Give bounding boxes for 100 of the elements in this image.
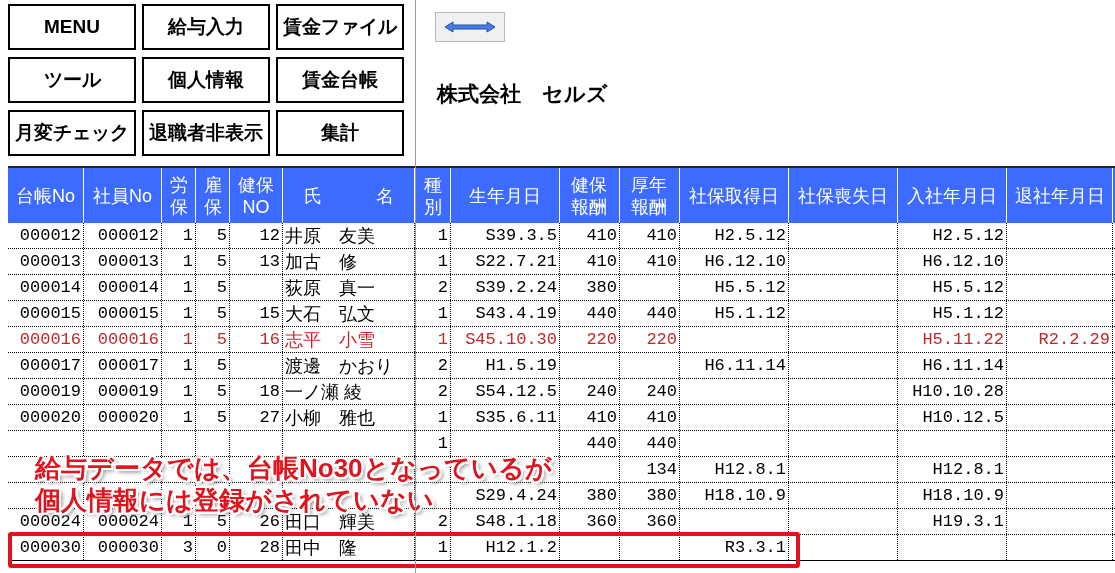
table-cell: 1	[182, 409, 193, 426]
menu-button[interactable]: 給与入力	[142, 4, 270, 50]
column-header: 厚年報酬	[630, 173, 669, 218]
table-cell: 1	[182, 279, 193, 296]
table-cell: 240	[646, 383, 677, 400]
table-cell: 27	[259, 409, 280, 426]
table-cell: 1	[182, 253, 193, 270]
table-cell: H6.11.14	[704, 357, 786, 374]
double-arrow-icon	[443, 20, 497, 34]
table-cell: H5.11.22	[922, 331, 1004, 348]
table-cell: 28	[259, 539, 280, 556]
table-cell: 000017	[19, 357, 81, 374]
table-cell: 000012	[19, 227, 81, 244]
table-cell: H2.5.12	[932, 227, 1004, 244]
column-header: 社員No	[93, 184, 152, 207]
table-cell: 000014	[97, 279, 159, 296]
table-cell: 0	[216, 539, 227, 556]
table-cell: H10.12.5	[922, 409, 1004, 426]
table-cell: 1	[437, 409, 448, 426]
column-header: 健保NO	[237, 173, 275, 218]
table-cell: 13	[259, 253, 280, 270]
table-cell: 2	[437, 383, 448, 400]
column-header: 氏 名	[303, 184, 394, 207]
table-cell: 2	[437, 357, 448, 374]
table-cell: 12	[259, 227, 280, 244]
table-cell: 大石 弘文	[285, 304, 375, 323]
column-header: 生年月日	[469, 184, 541, 207]
table-cell: H18.10.9	[922, 487, 1004, 504]
table-cell: 000019	[19, 383, 81, 400]
table-cell: 2	[437, 513, 448, 530]
table-cell: 志平 小雪	[285, 330, 375, 349]
menu-button[interactable]: MENU	[8, 4, 136, 50]
table-cell: 240	[586, 383, 617, 400]
table-cell: H12.1.2	[485, 539, 557, 556]
table-cell: 16	[259, 331, 280, 348]
table-cell: S35.6.11	[475, 409, 557, 426]
table-cell: 5	[216, 513, 227, 530]
menu-button[interactable]: 賃金台帳	[276, 57, 404, 103]
table-cell: H1.5.19	[485, 357, 557, 374]
menu-button[interactable]: 退職者非表示	[142, 110, 270, 156]
table-cell: 1	[437, 435, 448, 452]
table-cell: S45.10.30	[465, 331, 557, 348]
menu-button[interactable]: ツール	[8, 57, 136, 103]
table-cell: 加古 修	[285, 252, 357, 271]
table-cell: 220	[646, 331, 677, 348]
table-cell: H12.8.1	[932, 461, 1004, 478]
table-cell: 380	[646, 487, 677, 504]
column-header: 台帳No	[16, 184, 75, 207]
table-cell: H2.5.12	[714, 227, 786, 244]
table-cell: S54.12.5	[475, 383, 557, 400]
table-cell: 1	[182, 513, 193, 530]
table-cell: 000030	[97, 539, 159, 556]
column-header: 社保喪失日	[798, 184, 888, 207]
table-cell: S22.7.21	[475, 253, 557, 270]
table-cell: H6.12.10	[922, 253, 1004, 270]
table-cell: 000013	[97, 253, 159, 270]
table-cell: R3.3.1	[724, 539, 786, 556]
table-cell: 5	[216, 409, 227, 426]
table-cell: 5	[216, 253, 227, 270]
table-cell: H6.11.14	[922, 357, 1004, 374]
table-cell: R2.2.29	[1038, 331, 1110, 348]
table-cell: 1	[437, 305, 448, 322]
table-cell: 220	[586, 331, 617, 348]
table-cell: H5.1.12	[932, 305, 1004, 322]
table-cell: 26	[259, 513, 280, 530]
table-cell: S39.2.24	[475, 279, 557, 296]
table-cell: 1	[182, 227, 193, 244]
table-cell: 5	[216, 357, 227, 374]
nav-button[interactable]	[435, 12, 505, 42]
table-cell: 000020	[19, 409, 81, 426]
table-cell: 渡邊 かおり	[285, 356, 393, 375]
table-cell: 井原 友美	[285, 226, 375, 245]
table-cell: 一ノ瀬 綾	[285, 382, 362, 401]
table-cell: S29.4.24	[475, 487, 557, 504]
table-cell: 000024	[97, 513, 159, 530]
table-cell: H5.1.12	[714, 305, 786, 322]
table-cell: 134	[646, 461, 677, 478]
table-cell: 田中 隆	[285, 538, 357, 557]
table-cell: 000014	[19, 279, 81, 296]
table-cell: 380	[586, 279, 617, 296]
menu-button[interactable]: 個人情報	[142, 57, 270, 103]
table-cell: 小柳 雅也	[285, 408, 375, 427]
table-cell: 000030	[19, 539, 81, 556]
menu-button[interactable]: 集計	[276, 110, 404, 156]
menu-button[interactable]: 月変チェック	[8, 110, 136, 156]
column-header: 健保報酬	[570, 173, 609, 218]
table-cell: 田口 輝美	[285, 512, 375, 531]
table-cell: S43.4.19	[475, 305, 557, 322]
annotation-text: 給与データでは、台帳No30となっているが	[35, 454, 552, 483]
table-cell: H18.10.9	[704, 487, 786, 504]
table-cell: 18	[259, 383, 280, 400]
menu-button[interactable]: 賃金ファイル	[276, 4, 404, 50]
column-header: 社保取得日	[689, 184, 779, 207]
table-cell: 410	[646, 227, 677, 244]
table-cell: S48.1.18	[475, 513, 557, 530]
table-cell: 410	[646, 409, 677, 426]
table-cell: 1	[182, 357, 193, 374]
table-cell: 000016	[97, 331, 159, 348]
table-cell: 440	[586, 435, 617, 452]
table-cell: 荻原 真一	[285, 278, 375, 297]
